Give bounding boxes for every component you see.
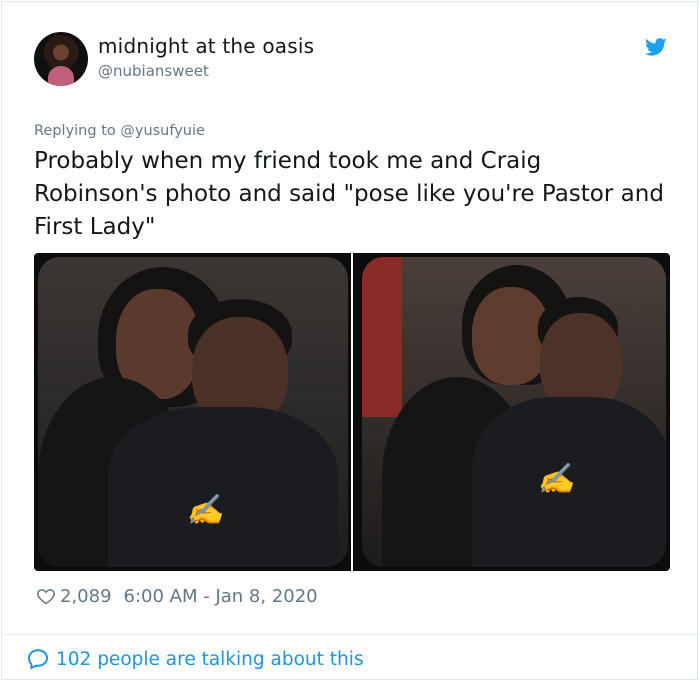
shirt-logo-mark: ✍	[537, 462, 575, 497]
like-count[interactable]: 2,089	[60, 586, 112, 607]
speech-bubble-icon	[27, 649, 49, 670]
photo-divider	[351, 253, 353, 571]
reply-mention-link[interactable]: @yusufyuie	[120, 123, 205, 139]
media-grid: ✍ ✍	[34, 253, 670, 571]
author-display-name[interactable]: midnight at the oasis	[98, 34, 314, 58]
tweet-meta: 2,089 6:00 AM - Jan 8, 2020	[36, 585, 318, 607]
twitter-bird-icon[interactable]	[644, 36, 668, 58]
photo-left[interactable]: ✍	[38, 257, 348, 567]
tweet-timestamp[interactable]: 6:00 AM - Jan 8, 2020	[124, 586, 318, 607]
author-handle[interactable]: @nubiansweet	[98, 62, 209, 80]
replying-to: Replying to @yusufyuie	[34, 123, 205, 139]
reply-prefix: Replying to	[34, 123, 116, 139]
tweet-text: Probably when my friend took me and Crai…	[34, 148, 664, 240]
heart-icon[interactable]	[36, 586, 56, 606]
conversation-text[interactable]: 102 people are talking about this	[56, 649, 364, 670]
photo-right[interactable]: ✍	[362, 257, 666, 567]
tweet-card[interactable]: midnight at the oasis @nubiansweet Reply…	[1, 1, 699, 680]
footer-divider	[4, 634, 699, 635]
conversation-link[interactable]: 102 people are talking about this	[26, 647, 364, 671]
avatar[interactable]	[34, 32, 88, 86]
shirt-logo-mark: ✍	[186, 493, 224, 528]
